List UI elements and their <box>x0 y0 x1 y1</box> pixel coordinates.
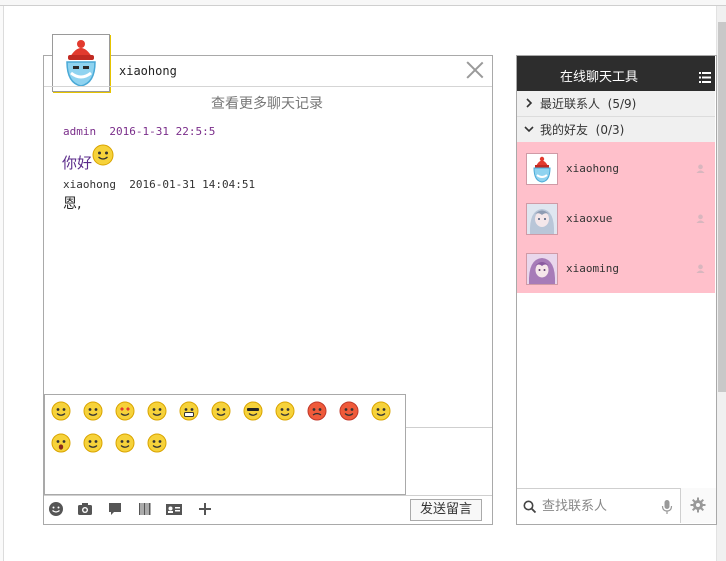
message-text: 你好 <box>62 154 93 172</box>
friend-item-xiaohong[interactable]: xiaohong <box>517 143 715 193</box>
emoji-icon[interactable] <box>48 501 66 519</box>
group-name: 最近联系人 <box>540 97 601 111</box>
surprised-blush-emoji-icon[interactable] <box>147 401 167 421</box>
friend-name: xiaohong <box>566 162 619 175</box>
purple-hair-avatar-icon <box>526 253 558 285</box>
message-sender: admin <box>63 125 97 138</box>
toolbar-divider <box>44 495 492 496</box>
offline-person-icon <box>696 164 705 173</box>
happy-blush-emoji-icon[interactable] <box>371 401 391 421</box>
message-time: 2016-1-31 22:5:5 <box>109 125 216 138</box>
grin-emoji-icon[interactable] <box>179 401 199 421</box>
group-label: 最近联系人 (5/9) <box>540 95 636 112</box>
pout-emoji-icon[interactable] <box>339 401 359 421</box>
contact-card-icon[interactable] <box>165 501 183 519</box>
shy-smile-emoji-icon[interactable] <box>83 401 103 421</box>
angry-emoji-icon[interactable] <box>307 401 327 421</box>
page-left-edge <box>0 6 4 561</box>
smile-emoji-icon[interactable] <box>51 401 71 421</box>
group-my-friends[interactable]: 我的好友 (0/3) <box>517 117 715 143</box>
microphone-icon[interactable] <box>661 499 673 515</box>
scrollbar-thumb[interactable] <box>718 22 726 392</box>
smirk-emoji-icon[interactable] <box>275 401 295 421</box>
menu-list-icon[interactable] <box>699 68 711 83</box>
anime-girl-avatar-icon <box>526 203 558 235</box>
gear-icon[interactable] <box>690 497 706 513</box>
barcode-icon[interactable] <box>137 501 155 519</box>
friend-name: xiaoming <box>566 262 619 275</box>
cool-sunglasses-emoji-icon[interactable] <box>243 401 263 421</box>
settings-cell <box>680 488 716 523</box>
send-message-button[interactable]: 发送留言 <box>410 499 482 521</box>
smile-emoji-icon <box>92 144 114 170</box>
contacts-title: 在线聊天工具 <box>560 70 639 85</box>
love-eyes-emoji-icon[interactable] <box>115 401 135 421</box>
bearded-avatar-icon <box>53 35 109 91</box>
offline-person-icon <box>696 214 705 223</box>
chat-bubble-icon[interactable] <box>107 501 125 519</box>
shocked-emoji-icon[interactable] <box>51 433 71 453</box>
plus-icon[interactable] <box>197 501 215 519</box>
group-count: (0/3) <box>595 123 625 137</box>
bearded-avatar-icon <box>526 153 558 185</box>
message-sender: xiaohong <box>63 178 116 191</box>
wink-kiss-emoji-icon[interactable] <box>115 433 135 453</box>
group-label: 我的好友 (0/3) <box>540 121 624 138</box>
message-time: 2016-01-31 14:04:51 <box>129 178 256 191</box>
chat-header-divider <box>44 86 492 87</box>
message-text: 恩, <box>63 196 82 212</box>
chat-contact-name: xiaohong <box>119 64 177 78</box>
chevron-down-icon <box>524 126 534 133</box>
search-icon <box>523 500 537 514</box>
content-smile-emoji-icon[interactable] <box>147 433 167 453</box>
close-icon[interactable] <box>466 61 484 79</box>
browser-top-edge <box>0 0 726 6</box>
blush-emoji-icon[interactable] <box>211 401 231 421</box>
friend-item-xiaoming[interactable]: xiaoming <box>517 243 715 293</box>
offline-person-icon <box>696 264 705 273</box>
camera-icon[interactable] <box>77 501 95 519</box>
page-scrollbar[interactable] <box>716 6 726 561</box>
chat-contact-avatar <box>52 34 110 92</box>
group-recent-contacts[interactable]: 最近联系人 (5/9) <box>517 91 715 117</box>
friend-name: xiaoxue <box>566 212 613 225</box>
friend-item-xiaoxue[interactable]: xiaoxue <box>517 193 715 243</box>
message-meta: admin 2016-1-31 22:5:5 <box>63 125 215 138</box>
laugh-squint-emoji-icon[interactable] <box>83 433 103 453</box>
group-name: 我的好友 <box>540 123 589 137</box>
message-meta: xiaohong 2016-01-31 14:04:51 <box>63 178 255 191</box>
view-history-link[interactable]: 查看更多聊天记录 <box>211 93 323 113</box>
contact-search-input[interactable] <box>542 497 654 515</box>
chevron-right-icon <box>526 98 533 108</box>
friends-list: xiaohong xiaoxue xiaoming <box>517 142 715 293</box>
group-count: (5/9) <box>607 97 637 111</box>
